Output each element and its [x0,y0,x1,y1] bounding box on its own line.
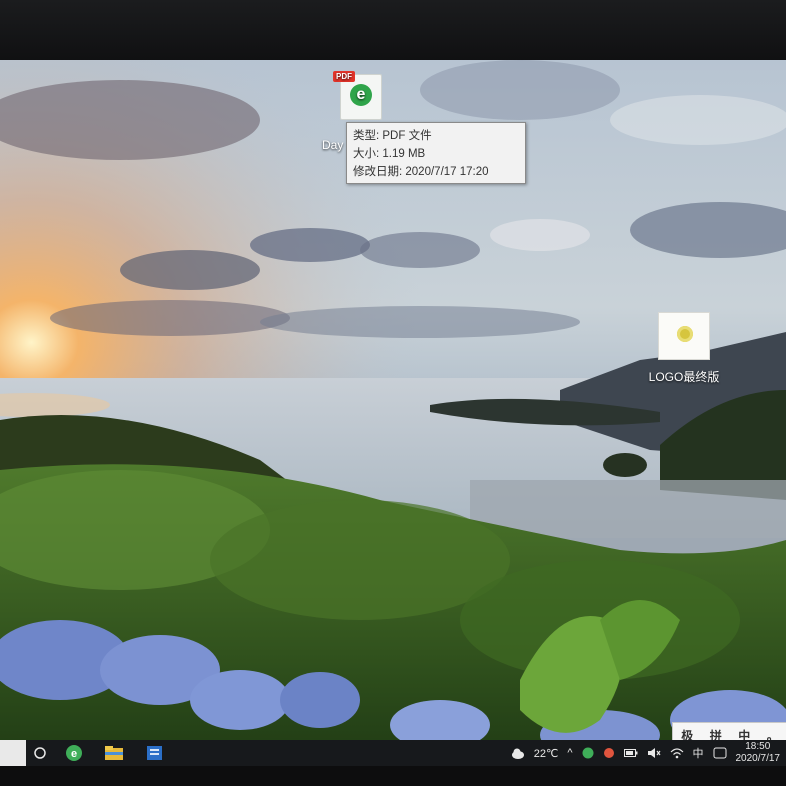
clock-time: 18:50 [745,741,771,752]
tooltip-size: 大小: 1.19 MB [353,148,426,160]
weather-temperature[interactable]: 22℃ [534,747,559,760]
ime-tray-icon[interactable] [713,747,727,759]
taskbar: e 22℃ ^ 中 18:50 2020/7/17 [0,740,786,766]
system-tray: 22℃ ^ 中 18:50 2020/7/17 [511,741,786,765]
pdf-file-icon[interactable]: PDF e Day [322,71,396,152]
file-info-tooltip: 类型: PDF 文件 大小: 1.19 MB 修改日期: 2020/7/17 1… [346,122,526,184]
pdf-badge: PDF [333,71,355,82]
clock[interactable]: 18:50 2020/7/17 [736,741,781,765]
pdf-file-name: Day [322,138,344,152]
desktop-screen: PDF e Day 类型: PDF 文件 大小: 1.19 MB 修改日期: 2… [0,60,786,766]
edge-logo-icon: e [350,84,372,106]
battery-icon[interactable] [623,748,638,758]
input-language[interactable]: 中 [693,745,704,761]
svg-text:e: e [71,748,77,760]
document-app-icon [147,746,162,760]
tooltip-type: 类型: PDF 文件 [353,130,432,142]
logo-file-name: LOGO最终版 [648,370,720,384]
volume-muted-icon[interactable] [647,747,661,759]
pdf-document-icon: PDF e [333,71,382,120]
search-button[interactable] [26,746,54,760]
chevron-up-icon[interactable]: ^ [567,747,572,759]
weather-icon[interactable] [511,747,525,759]
taskbar-app-word[interactable] [134,740,174,766]
app-tray-icon[interactable] [603,747,615,759]
browser-icon: e [66,745,82,761]
wechat-icon[interactable] [582,747,594,759]
tooltip-modified: 修改日期: 2020/7/17 17:20 [353,166,489,178]
taskbar-app-explorer[interactable] [94,740,134,766]
logo-file-icon[interactable]: LOGO最终版 [636,312,732,385]
search-icon [34,747,46,759]
wifi-icon[interactable] [670,747,684,759]
clock-date: 2020/7/17 [735,753,781,764]
folder-icon [105,746,123,760]
start-button[interactable] [0,740,26,766]
logo-thumbnail [677,326,693,342]
taskbar-app-browser[interactable]: e [54,740,94,766]
image-file-icon [658,312,710,360]
